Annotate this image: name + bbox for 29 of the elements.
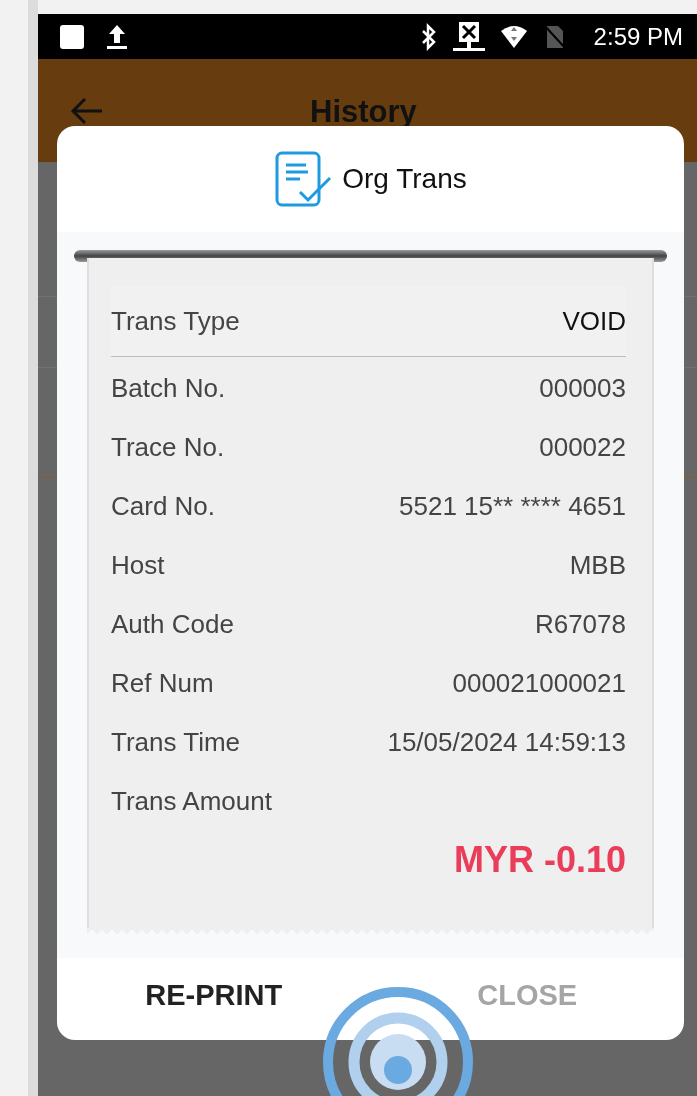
bluetooth-icon (419, 22, 438, 51)
concentric-rings-icon[interactable] (322, 986, 474, 1096)
field-label: Trans Type (111, 305, 240, 337)
checklist-icon (274, 150, 333, 208)
field-label: Ref Num (111, 668, 214, 699)
status-time: 2:59 PM (593, 22, 683, 51)
amount-value: MYR -0.10 (453, 839, 626, 881)
field-label: Trans Amount (111, 785, 273, 818)
dialog-title: Org Trans (342, 163, 467, 195)
field-value: 15/05/2024 14:59:13 (387, 727, 626, 758)
network-error-icon (451, 20, 486, 53)
dialog-button[interactable]: RE-PRINT (57, 958, 371, 1040)
field-value: 5521 15** **** 4651 (399, 491, 626, 522)
field-value: 000003 (539, 373, 626, 404)
square-icon (60, 24, 84, 49)
field-label: Trace No. (111, 432, 225, 463)
field-value: R67078 (534, 609, 626, 640)
field-value: VOID (562, 305, 626, 337)
field-label: Card No. (111, 491, 216, 522)
wifi-icon (499, 24, 528, 49)
page-title: History (310, 93, 417, 130)
field-value: 000022 (539, 432, 626, 463)
field-value: 000021000021 (452, 668, 626, 699)
field-label: Batch No. (111, 373, 226, 404)
field-label: Host (111, 550, 165, 581)
upload-icon (106, 23, 128, 50)
field-label: Auth Code (111, 609, 234, 640)
field-value: MBB (569, 550, 626, 581)
field-label: Trans Time (111, 727, 241, 758)
